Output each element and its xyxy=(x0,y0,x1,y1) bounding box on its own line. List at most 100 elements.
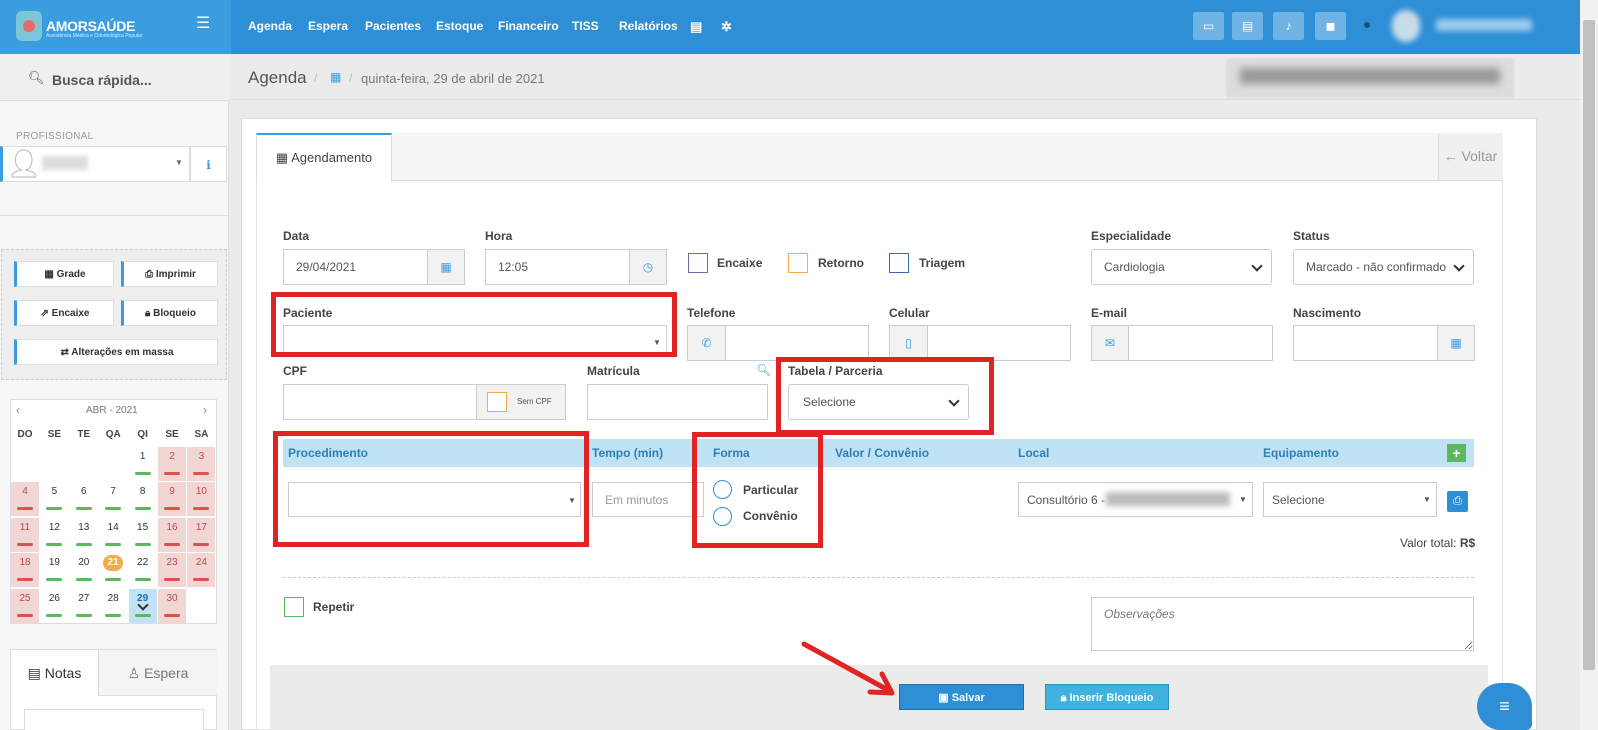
calendar-day[interactable]: 3 xyxy=(187,447,216,481)
status-select[interactable]: Marcado - não confirmado xyxy=(1293,249,1474,285)
grade-button[interactable]: ▦ Grade xyxy=(14,261,114,287)
nav-relatorios[interactable]: Relatórios xyxy=(619,19,678,33)
tab-espera[interactable]: ♙ Espera xyxy=(99,650,217,696)
nav-agenda[interactable]: Agenda xyxy=(248,19,292,33)
nav-estoque[interactable]: Estoque xyxy=(436,19,483,33)
alteracoes-em-massa-button[interactable]: ⇄ Alterações em massa xyxy=(14,339,218,365)
calendar-day[interactable]: 26 xyxy=(40,589,68,623)
nav-financeiro[interactable]: Financeiro xyxy=(498,19,559,33)
chat-bubble-icon[interactable]: ≡ xyxy=(1477,683,1532,730)
calendar-day[interactable]: 20 xyxy=(70,553,98,587)
caret-down-icon[interactable]: ▼ xyxy=(1423,495,1431,504)
tab-agendamento[interactable]: ▦ Agendamento xyxy=(256,133,392,182)
menu-toggle-icon[interactable]: ☰ xyxy=(196,16,212,32)
data-input[interactable]: 29/04/2021 xyxy=(283,249,428,285)
calendar-next-icon[interactable]: › xyxy=(203,403,207,417)
calendar-day[interactable]: 18 xyxy=(11,553,39,587)
search-icon[interactable]: 🔍︎ xyxy=(756,363,771,377)
calendar-day[interactable]: 17 xyxy=(187,518,216,552)
calendar-day[interactable]: 5 xyxy=(40,482,68,516)
col-tempo: Tempo (min) xyxy=(592,446,664,460)
brand-logo[interactable] xyxy=(16,11,42,41)
hora-input[interactable]: 12:05 xyxy=(485,249,630,285)
sem-cpf-checkbox[interactable] xyxy=(487,392,507,412)
encaixe-checkbox[interactable] xyxy=(688,253,708,273)
calendar-icon[interactable]: ▦ xyxy=(330,70,341,84)
caret-down-icon[interactable]: ▼ xyxy=(175,158,183,167)
calendar-day[interactable]: 10 xyxy=(187,482,216,516)
imprimir-button[interactable]: ⎙ Imprimir xyxy=(121,261,218,287)
gear-icon[interactable]: ✲ xyxy=(721,19,732,35)
salvar-button[interactable]: ▣ Salvar xyxy=(899,684,1024,710)
tab-notas[interactable]: ▤ Notas xyxy=(11,650,99,696)
matricula-input[interactable] xyxy=(587,384,768,420)
observacoes-textarea[interactable] xyxy=(1091,597,1474,651)
telefone-input[interactable] xyxy=(725,325,869,361)
calendar-day[interactable]: 21 xyxy=(99,553,127,587)
calendar-day[interactable]: 24 xyxy=(187,553,216,587)
email-input[interactable] xyxy=(1128,325,1273,361)
col-equipamento: Equipamento xyxy=(1263,446,1340,460)
calendar-day[interactable]: 15 xyxy=(129,518,157,552)
bell-icon[interactable]: ♪ xyxy=(1273,12,1304,40)
caret-down-icon[interactable]: ▼ xyxy=(1239,495,1247,504)
encaixe-button[interactable]: ⇗ Encaixe xyxy=(14,300,114,326)
cpf-input[interactable] xyxy=(283,384,477,420)
calendar-day[interactable]: 25 xyxy=(11,589,39,623)
quick-search-label[interactable]: Busca rápida... xyxy=(52,72,152,88)
calendar-day[interactable]: 12 xyxy=(40,518,68,552)
calendar-day[interactable]: 29 xyxy=(128,589,157,623)
add-procedure-button[interactable]: + xyxy=(1447,444,1466,462)
notes-area[interactable] xyxy=(24,709,204,730)
retorno-label: Retorno xyxy=(818,256,864,270)
retorno-checkbox[interactable] xyxy=(788,253,808,273)
calendar-day[interactable]: 13 xyxy=(70,518,98,552)
chat-icon[interactable]: ◼ xyxy=(1315,12,1346,40)
database-icon[interactable]: ▤ xyxy=(690,19,702,35)
calendar-day[interactable]: 23 xyxy=(158,553,186,587)
calendar-day[interactable]: 16 xyxy=(158,518,186,552)
calendar-day[interactable]: 7 xyxy=(99,482,127,516)
calendar-icon[interactable]: ▦ xyxy=(427,249,465,285)
nav-espera[interactable]: Espera xyxy=(308,19,348,33)
calendar-day[interactable]: 8 xyxy=(129,482,157,516)
calendar-day[interactable]: 4 xyxy=(11,482,39,516)
nascimento-input[interactable] xyxy=(1293,325,1438,361)
inserir-bloqueio-button[interactable]: 🔒︎ Inserir Bloqueio xyxy=(1045,684,1169,710)
celular-input[interactable] xyxy=(927,325,1071,361)
exchange-icon: ⇄ xyxy=(60,347,72,358)
especialidade-select[interactable]: Cardiologia xyxy=(1091,249,1272,285)
scrollbar-thumb[interactable] xyxy=(1583,20,1595,670)
nav-pacientes[interactable]: Pacientes xyxy=(365,19,421,33)
user-name-blurred[interactable] xyxy=(1436,19,1532,31)
voltar-button[interactable]: ← Voltar xyxy=(1438,134,1502,180)
clinic-name-blurred xyxy=(1240,68,1500,84)
calendar-day[interactable]: 2 xyxy=(158,447,186,481)
bloqueio-button[interactable]: 🔒︎ Bloqueio xyxy=(121,300,218,326)
calendar-day[interactable]: 22 xyxy=(129,553,157,587)
calendar-day[interactable]: 27 xyxy=(70,589,98,623)
tempo-input[interactable]: Em minutos xyxy=(592,482,704,517)
calendar-day[interactable]: 9 xyxy=(158,482,186,516)
telefone-label: Telefone xyxy=(687,306,736,320)
repetir-checkbox[interactable] xyxy=(284,597,304,617)
card-icon[interactable]: ▤ xyxy=(1232,12,1263,40)
info-icon[interactable]: ℹ xyxy=(190,146,227,182)
calendar-prev-icon[interactable]: ‹ xyxy=(16,403,20,417)
calendar-icon[interactable]: ▦ xyxy=(1437,325,1475,361)
calendar-day[interactable]: 11 xyxy=(11,518,39,552)
triagem-checkbox[interactable] xyxy=(889,253,909,273)
data-label: Data xyxy=(283,229,310,243)
calendar-day[interactable]: 6 xyxy=(70,482,98,516)
calendar-day[interactable]: 14 xyxy=(99,518,127,552)
print-icon[interactable]: ⎙ xyxy=(1447,491,1468,512)
inbox-icon[interactable]: ▭ xyxy=(1193,12,1224,40)
calendar-day[interactable]: 19 xyxy=(40,553,68,587)
calendar-day[interactable]: 1 xyxy=(129,447,157,481)
nav-tiss[interactable]: TISS xyxy=(572,19,599,33)
calendar-day[interactable]: 30 xyxy=(158,589,186,623)
clock-icon[interactable]: ◷ xyxy=(629,249,667,285)
equipamento-select[interactable]: Selecione xyxy=(1263,482,1437,517)
user-avatar[interactable] xyxy=(1392,10,1420,42)
calendar-day[interactable]: 28 xyxy=(99,589,127,623)
